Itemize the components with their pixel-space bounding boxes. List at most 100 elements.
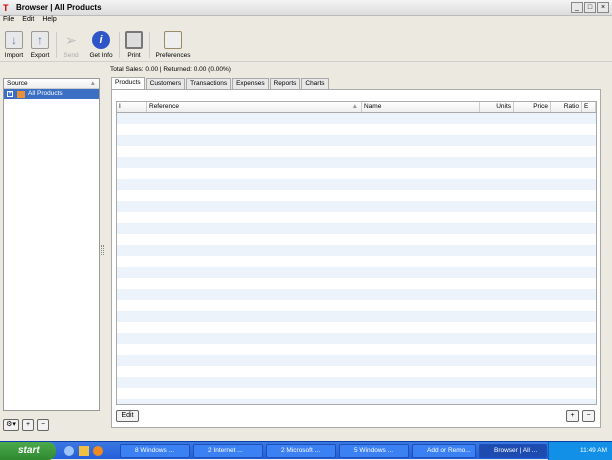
- table-row: [117, 355, 596, 366]
- task-windows-explorer[interactable]: 8 Windows ...: [120, 444, 190, 458]
- table-row: [117, 377, 596, 388]
- export-label: Export: [30, 52, 50, 59]
- task-add-remove[interactable]: Add or Remo...: [412, 444, 476, 458]
- table-row: [117, 124, 596, 135]
- task-microsoft[interactable]: 2 Microsoft ...: [266, 444, 336, 458]
- table-row: [117, 146, 596, 157]
- column-header-price[interactable]: Price: [514, 102, 551, 112]
- close-button[interactable]: ×: [597, 2, 609, 13]
- app-icon: T: [3, 3, 9, 13]
- table-body: [117, 113, 596, 404]
- remove-source-button[interactable]: −: [37, 419, 49, 431]
- edit-button[interactable]: Edit: [116, 410, 139, 422]
- source-header[interactable]: Source ▲: [4, 79, 99, 89]
- tab-expenses[interactable]: Expenses: [232, 78, 269, 89]
- menu-edit[interactable]: Edit: [22, 16, 34, 23]
- remove-product-button[interactable]: −: [582, 410, 595, 422]
- source-item-all-products[interactable]: + All Products: [4, 89, 99, 99]
- table-row: [117, 333, 596, 344]
- get-info-label: Get Info: [89, 52, 113, 59]
- column-header-i[interactable]: I: [117, 102, 147, 112]
- table-row: [117, 289, 596, 300]
- task-internet[interactable]: 2 Internet ...: [193, 444, 263, 458]
- column-header-units[interactable]: Units: [480, 102, 514, 112]
- add-source-button[interactable]: +: [22, 419, 34, 431]
- table-row: [117, 212, 596, 223]
- column-header-e[interactable]: E: [582, 102, 596, 112]
- gear-menu-button[interactable]: ⚙▾: [3, 419, 19, 431]
- tab-reports[interactable]: Reports: [269, 78, 301, 89]
- table-row: [117, 388, 596, 399]
- table-row: [117, 168, 596, 179]
- tab-customers[interactable]: Customers: [145, 78, 186, 89]
- table-row: [117, 245, 596, 256]
- clock: 11:49 AM: [580, 447, 607, 454]
- folder-quicklaunch-icon[interactable]: [79, 446, 89, 456]
- system-tray: 11:49 AM: [548, 442, 612, 460]
- tab-products[interactable]: Products: [111, 77, 145, 89]
- add-product-button[interactable]: +: [566, 410, 579, 422]
- minimize-button[interactable]: _: [571, 2, 583, 13]
- table-row: [117, 399, 596, 404]
- table-row: [117, 223, 596, 234]
- print-button[interactable]: Print: [123, 31, 145, 59]
- table-row: [117, 278, 596, 289]
- export-icon: ↑: [31, 31, 49, 49]
- splitter-handle[interactable]: [101, 245, 104, 255]
- table-row: [117, 300, 596, 311]
- sort-asc-icon: ▲: [351, 103, 358, 110]
- source-header-label: Source: [7, 80, 28, 87]
- preferences-icon: [164, 31, 182, 49]
- sort-icon: ▲: [89, 80, 96, 87]
- source-item-label: All Products: [28, 90, 63, 97]
- table-row: [117, 322, 596, 333]
- source-panel: Source ▲ + All Products: [3, 78, 100, 411]
- column-header-reference[interactable]: Reference ▲: [147, 102, 362, 112]
- column-header-name[interactable]: Name: [362, 102, 480, 112]
- printer-icon: [125, 31, 143, 49]
- toolbar: ↓ Import ↑ Export ➢ Send i Get Info Print Pr…: [0, 28, 612, 62]
- table-row: [117, 201, 596, 212]
- expand-icon[interactable]: +: [7, 91, 13, 97]
- table-row: [117, 256, 596, 267]
- ie-quicklaunch-icon[interactable]: [64, 446, 74, 456]
- get-info-button[interactable]: i Get Info: [87, 31, 115, 59]
- preferences-label: Preferences: [155, 52, 191, 59]
- table-row: [117, 311, 596, 322]
- toolbar-separator: [119, 32, 120, 58]
- tab-charts[interactable]: Charts: [301, 78, 329, 89]
- start-button[interactable]: start: [0, 442, 56, 460]
- task-browser[interactable]: Browser | All ...: [479, 444, 547, 458]
- print-label: Print: [127, 52, 141, 59]
- tab-transactions[interactable]: Transactions: [186, 78, 232, 89]
- send-label: Send: [63, 52, 79, 59]
- table-row: [117, 190, 596, 201]
- send-button[interactable]: ➢ Send: [60, 31, 82, 59]
- tab-bar: Products Customers Transactions Expenses…: [111, 77, 330, 89]
- send-icon: ➢: [65, 32, 77, 48]
- table-header: I Reference ▲ Name Units Price Ratio E: [117, 102, 596, 113]
- menu-help[interactable]: Help: [42, 16, 56, 23]
- taskbar: start 8 Windows ... 2 Internet ... 2 Mic…: [0, 441, 612, 460]
- column-header-ratio[interactable]: Ratio: [551, 102, 582, 112]
- maximize-button[interactable]: □: [584, 2, 596, 13]
- task-windows[interactable]: 5 Windows ...: [339, 444, 409, 458]
- table-row: [117, 179, 596, 190]
- sales-status: Total Sales: 0.00 | Returned: 0.00 (0.00…: [110, 66, 231, 73]
- table-row: [117, 157, 596, 168]
- table-row: [117, 135, 596, 146]
- table-row: [117, 113, 596, 124]
- import-icon: ↓: [5, 31, 23, 49]
- preferences-button[interactable]: Preferences: [153, 31, 193, 59]
- browser-quicklaunch-icon[interactable]: [93, 446, 103, 456]
- menu-file[interactable]: File: [3, 16, 14, 23]
- table-row: [117, 267, 596, 278]
- import-label: Import: [4, 52, 24, 59]
- export-button[interactable]: ↑ Export: [29, 31, 51, 59]
- info-icon: i: [92, 31, 110, 49]
- window-title: Browser | All Products: [16, 3, 102, 12]
- import-button[interactable]: ↓ Import: [3, 31, 25, 59]
- table-row: [117, 344, 596, 355]
- menu-bar: File Edit Help: [0, 16, 612, 26]
- table-row: [117, 234, 596, 245]
